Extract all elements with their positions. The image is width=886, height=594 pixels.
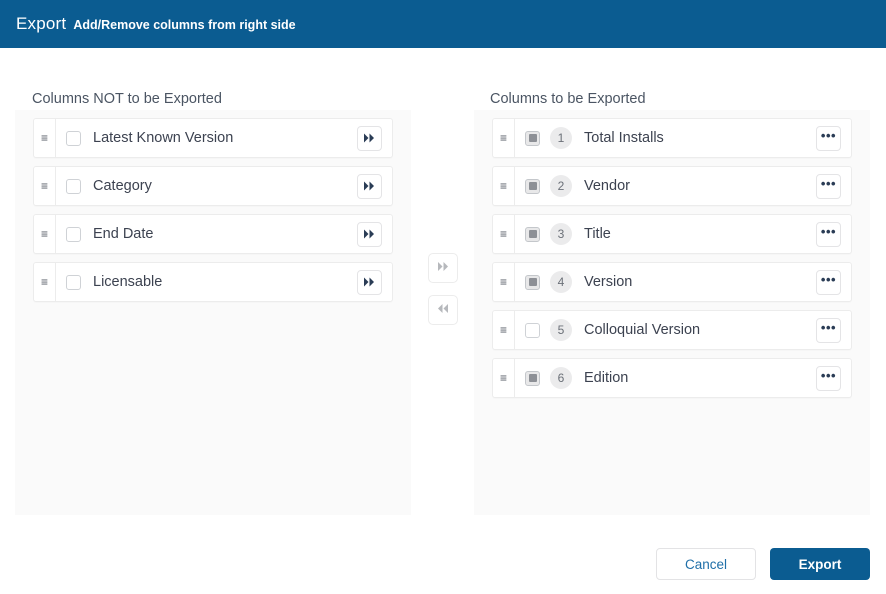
ellipsis-icon: ••• bbox=[820, 271, 837, 287]
list-item[interactable]: ≡ Category bbox=[33, 166, 393, 206]
row-checkbox[interactable] bbox=[66, 274, 81, 290]
ellipsis-icon: ••• bbox=[820, 127, 837, 143]
row-checkbox[interactable] bbox=[525, 274, 540, 290]
order-badge: 1 bbox=[550, 127, 572, 149]
list-item-label: End Date bbox=[93, 226, 154, 242]
list-item-label: Edition bbox=[584, 370, 629, 386]
row-checkbox[interactable] bbox=[66, 178, 81, 194]
row-checkbox[interactable] bbox=[525, 226, 540, 242]
move-right-button[interactable] bbox=[428, 253, 458, 283]
row-menu-button[interactable]: ••• bbox=[816, 269, 841, 295]
order-badge: 6 bbox=[550, 367, 572, 389]
dialog-footer: Cancel Export bbox=[0, 548, 886, 580]
list-item-label: Category bbox=[93, 178, 152, 194]
list-item-label: Vendor bbox=[584, 178, 630, 194]
left-panel-heading: Columns NOT to be Exported bbox=[32, 91, 222, 107]
row-checkbox[interactable] bbox=[525, 130, 540, 146]
row-checkbox[interactable] bbox=[525, 178, 540, 194]
page-title: Export bbox=[16, 14, 67, 33]
list-item-label: Latest Known Version bbox=[93, 130, 234, 146]
drag-handle-icon[interactable]: ≡ bbox=[493, 167, 515, 205]
drag-handle-icon[interactable]: ≡ bbox=[493, 119, 515, 157]
list-item-label: Title bbox=[584, 226, 611, 242]
row-move-right-button[interactable] bbox=[357, 269, 382, 295]
row-move-right-button[interactable] bbox=[357, 173, 382, 199]
row-menu-button[interactable]: ••• bbox=[816, 221, 841, 247]
row-move-right-button[interactable] bbox=[357, 125, 382, 151]
columns-exported-panel: ≡ 1 Total Installs ••• ≡ 2 Vendor ••• ≡ 3 Title •••… bbox=[474, 110, 870, 515]
list-item[interactable]: ≡ 6 Edition ••• bbox=[492, 358, 852, 398]
order-badge: 2 bbox=[550, 175, 572, 197]
move-left-button[interactable] bbox=[428, 295, 458, 325]
transfer-controls bbox=[428, 253, 458, 325]
double-chevron-left-icon bbox=[437, 301, 450, 319]
row-checkbox[interactable] bbox=[66, 226, 81, 242]
columns-not-exported-panel: ≡ Latest Known Version ≡ Category ≡ End Date ≡… bbox=[15, 110, 411, 515]
row-menu-button[interactable]: ••• bbox=[816, 173, 841, 199]
order-badge: 3 bbox=[550, 223, 572, 245]
row-checkbox[interactable] bbox=[525, 370, 540, 386]
list-item[interactable]: ≡ 3 Title ••• bbox=[492, 214, 852, 254]
list-item[interactable]: ≡ End Date bbox=[33, 214, 393, 254]
order-badge: 4 bbox=[550, 271, 572, 293]
row-menu-button[interactable]: ••• bbox=[816, 365, 841, 391]
double-chevron-right-icon bbox=[363, 277, 376, 287]
list-item[interactable]: ≡ 1 Total Installs ••• bbox=[492, 118, 852, 158]
drag-handle-icon[interactable]: ≡ bbox=[34, 119, 56, 157]
list-item[interactable]: ≡ Latest Known Version bbox=[33, 118, 393, 158]
ellipsis-icon: ••• bbox=[820, 367, 837, 383]
list-item[interactable]: ≡ Licensable bbox=[33, 262, 393, 302]
page-subtitle: Add/Remove columns from right side bbox=[73, 18, 296, 32]
dialog-body: Columns NOT to be Exported Columns to be… bbox=[0, 48, 886, 594]
cancel-button[interactable]: Cancel bbox=[656, 548, 756, 580]
drag-handle-icon[interactable]: ≡ bbox=[34, 167, 56, 205]
ellipsis-icon: ••• bbox=[820, 223, 837, 239]
list-item[interactable]: ≡ 4 Version ••• bbox=[492, 262, 852, 302]
list-item-label: Version bbox=[584, 274, 633, 290]
row-menu-button[interactable]: ••• bbox=[816, 317, 841, 343]
ellipsis-icon: ••• bbox=[820, 319, 837, 335]
drag-handle-icon[interactable]: ≡ bbox=[34, 215, 56, 253]
ellipsis-icon: ••• bbox=[820, 175, 837, 191]
double-chevron-right-icon bbox=[437, 259, 450, 277]
row-menu-button[interactable]: ••• bbox=[816, 125, 841, 151]
drag-handle-icon[interactable]: ≡ bbox=[34, 263, 56, 301]
list-item[interactable]: ≡ 2 Vendor ••• bbox=[492, 166, 852, 206]
double-chevron-right-icon bbox=[363, 181, 376, 191]
double-chevron-right-icon bbox=[363, 133, 376, 143]
drag-handle-icon[interactable]: ≡ bbox=[493, 311, 515, 349]
dialog-header: Export Add/Remove columns from right sid… bbox=[0, 0, 886, 48]
order-badge: 5 bbox=[550, 319, 572, 341]
drag-handle-icon[interactable]: ≡ bbox=[493, 215, 515, 253]
drag-handle-icon[interactable]: ≡ bbox=[493, 263, 515, 301]
list-item-label: Colloquial Version bbox=[584, 322, 701, 338]
export-button[interactable]: Export bbox=[770, 548, 870, 580]
list-item[interactable]: ≡ 5 Colloquial Version ••• bbox=[492, 310, 852, 350]
row-checkbox[interactable] bbox=[525, 322, 540, 338]
list-item-label: Total Installs bbox=[584, 130, 664, 146]
list-item-label: Licensable bbox=[93, 274, 163, 290]
right-panel-heading: Columns to be Exported bbox=[490, 91, 646, 107]
drag-handle-icon[interactable]: ≡ bbox=[493, 359, 515, 397]
row-move-right-button[interactable] bbox=[357, 221, 382, 247]
double-chevron-right-icon bbox=[363, 229, 376, 239]
row-checkbox[interactable] bbox=[66, 130, 81, 146]
